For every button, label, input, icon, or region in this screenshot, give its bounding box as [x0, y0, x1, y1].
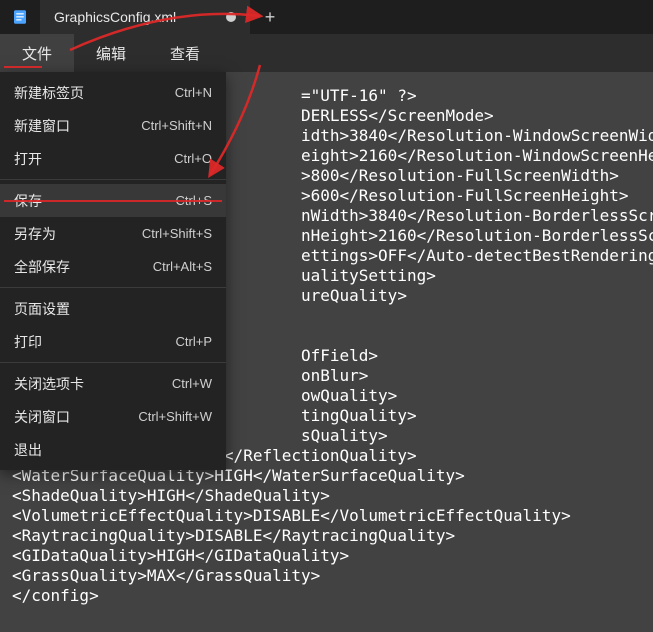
menu-item-shortcut: Ctrl+Shift+S: [142, 226, 212, 241]
menu-item-shortcut: Ctrl+O: [174, 151, 212, 166]
menu-file[interactable]: 文件: [0, 34, 74, 72]
menu-item-print[interactable]: 打印 Ctrl+P: [0, 325, 226, 358]
notepad-icon: [11, 8, 29, 26]
plus-icon: +: [265, 7, 276, 28]
tab-graphicsconfig[interactable]: GraphicsConfig.xml: [40, 0, 250, 34]
tab-strip: GraphicsConfig.xml +: [0, 0, 653, 34]
file-menu-dropdown: 新建标签页 Ctrl+N 新建窗口 Ctrl+Shift+N 打开 Ctrl+O…: [0, 72, 226, 470]
menu-edit[interactable]: 编辑: [74, 34, 148, 72]
menu-item-label: 打开: [14, 149, 42, 169]
new-tab-button[interactable]: +: [250, 0, 290, 34]
menu-item-save-all[interactable]: 全部保存 Ctrl+Alt+S: [0, 250, 226, 283]
menu-item-shortcut: Ctrl+N: [175, 85, 212, 100]
menu-separator: [0, 179, 226, 180]
dirty-dot-icon: [226, 12, 236, 22]
menu-item-label: 保存: [14, 191, 42, 211]
menu-item-label: 另存为: [14, 224, 56, 244]
menu-item-open[interactable]: 打开 Ctrl+O: [0, 142, 226, 175]
menu-item-label: 新建窗口: [14, 116, 70, 136]
menu-item-page-setup[interactable]: 页面设置: [0, 292, 226, 325]
menu-item-new-tab[interactable]: 新建标签页 Ctrl+N: [0, 76, 226, 109]
menu-item-shortcut: Ctrl+W: [172, 376, 212, 391]
menu-separator: [0, 287, 226, 288]
menu-item-label: 关闭选项卡: [14, 374, 84, 394]
menu-item-close-tab[interactable]: 关闭选项卡 Ctrl+W: [0, 367, 226, 400]
menu-bar: 文件 编辑 查看: [0, 34, 653, 72]
menu-item-label: 关闭窗口: [14, 407, 70, 427]
menu-item-label: 打印: [14, 332, 42, 352]
menu-item-shortcut: Ctrl+Shift+N: [141, 118, 212, 133]
menu-item-shortcut: Ctrl+Shift+W: [138, 409, 212, 424]
menu-separator: [0, 362, 226, 363]
menu-item-shortcut: Ctrl+S: [176, 193, 212, 208]
menu-item-label: 页面设置: [14, 299, 70, 319]
app-icon: [0, 0, 40, 34]
menu-item-label: 退出: [14, 440, 42, 460]
menu-item-new-window[interactable]: 新建窗口 Ctrl+Shift+N: [0, 109, 226, 142]
menu-item-shortcut: Ctrl+Alt+S: [153, 259, 212, 274]
tab-title: GraphicsConfig.xml: [54, 9, 206, 25]
menu-item-label: 全部保存: [14, 257, 70, 277]
menu-item-save-as[interactable]: 另存为 Ctrl+Shift+S: [0, 217, 226, 250]
menu-item-exit[interactable]: 退出: [0, 433, 226, 466]
menu-item-shortcut: Ctrl+P: [176, 334, 212, 349]
menu-item-label: 新建标签页: [14, 83, 84, 103]
menu-view[interactable]: 查看: [148, 34, 222, 72]
menu-item-close-window[interactable]: 关闭窗口 Ctrl+Shift+W: [0, 400, 226, 433]
menu-item-save[interactable]: 保存 Ctrl+S: [0, 184, 226, 217]
